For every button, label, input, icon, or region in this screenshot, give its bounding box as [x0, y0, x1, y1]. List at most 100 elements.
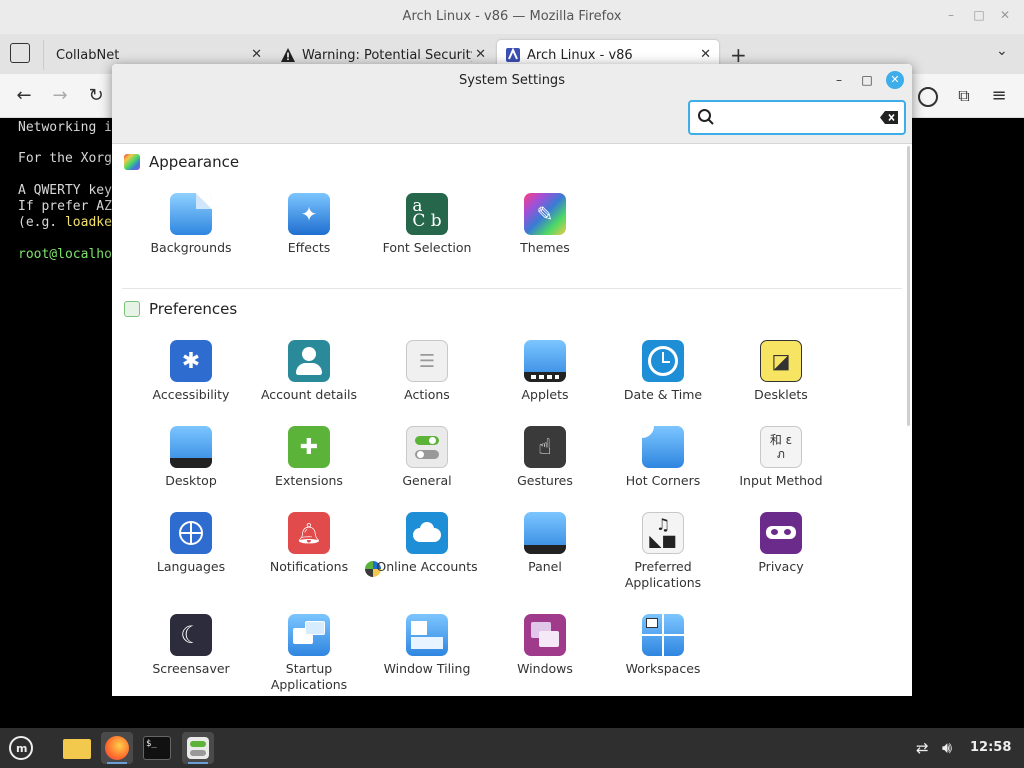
extensions-icon[interactable]: ⧉ [953, 86, 975, 108]
terminal-line: (e.g. loadke [18, 215, 112, 230]
item-label: Input Method [739, 473, 823, 488]
item-general[interactable]: General [368, 426, 486, 516]
input-method-icon: 和 εภ [760, 426, 802, 468]
effects-icon: ✦ [288, 193, 330, 235]
search-field[interactable] [688, 100, 906, 135]
item-gestures[interactable]: ☝ Gestures [486, 426, 604, 516]
volume-icon[interactable]: 🔊︎ [942, 738, 952, 758]
actions-icon: ☰ [406, 340, 448, 382]
item-desktop[interactable]: Desktop [132, 426, 250, 516]
item-online-accounts[interactable]: Online Accounts [368, 512, 486, 602]
close-icon[interactable]: ✕ [886, 71, 904, 89]
firefox-icon[interactable] [101, 732, 133, 764]
files-icon[interactable] [60, 732, 92, 764]
item-panel[interactable]: Panel [486, 512, 604, 602]
item-desklets[interactable]: ◪ Desklets [722, 340, 840, 430]
hot-corners-icon [642, 426, 684, 468]
menu-icon[interactable]: m [5, 732, 37, 764]
item-label: Screensaver [152, 661, 230, 676]
settings-title: System Settings [459, 73, 565, 88]
item-account-details[interactable]: Account details [250, 340, 368, 430]
notifications-icon: 🔔︎ [288, 512, 330, 554]
reload-icon[interactable]: ↻ [85, 86, 107, 108]
search-input[interactable] [720, 106, 870, 130]
network-icon[interactable]: ⇄ [916, 739, 929, 757]
extensions-icon: ✚ [288, 426, 330, 468]
item-actions[interactable]: ☰ Actions [368, 340, 486, 430]
tab-label: Arch Linux - v86 [527, 47, 633, 63]
item-privacy[interactable]: Privacy [722, 512, 840, 602]
firefox-titlebar: Arch Linux - v86 — Mozilla Firefox – □ ✕ [0, 0, 1024, 34]
terminal-line: Networking i [18, 120, 112, 135]
minimize-icon[interactable]: – [944, 8, 958, 22]
terminal-prompt: root@localho [18, 247, 112, 262]
item-themes[interactable]: ✎ Themes [486, 193, 604, 283]
item-extensions[interactable]: ✚ Extensions [250, 426, 368, 516]
startup-applications-icon [288, 614, 330, 656]
item-effects[interactable]: ✦ Effects [250, 193, 368, 283]
item-label: Hot Corners [625, 473, 701, 488]
item-label: Date & Time [623, 387, 703, 402]
settings-icon[interactable] [182, 732, 214, 764]
item-backgrounds[interactable]: Backgrounds [132, 193, 250, 283]
workspaces-icon [642, 614, 684, 656]
tab-label: CollabNet [56, 47, 120, 63]
clock[interactable]: 12:58 [970, 740, 1011, 755]
item-accessibility[interactable]: ✱ Accessibility [132, 340, 250, 430]
menu-icon[interactable]: ≡ [988, 86, 1010, 108]
close-tab-icon[interactable]: ✕ [475, 47, 486, 62]
v86-icon [506, 47, 520, 62]
item-label: Extensions [275, 473, 343, 488]
account-details-icon [288, 340, 330, 382]
close-tab-icon[interactable]: ✕ [251, 47, 262, 62]
item-label: Backgrounds [150, 240, 232, 255]
item-font-selection[interactable]: aC b Font Selection [368, 193, 486, 283]
scrollbar[interactable] [907, 146, 910, 426]
section-appearance: Appearance [124, 150, 239, 174]
item-input-method[interactable]: 和 εภ Input Method [722, 426, 840, 516]
item-notifications[interactable]: 🔔︎ Notifications [250, 512, 368, 602]
minimize-icon[interactable]: – [830, 71, 848, 89]
item-applets[interactable]: Applets [486, 340, 604, 430]
item-screensaver[interactable]: ☾ Screensaver [132, 614, 250, 696]
item-label: Font Selection [382, 240, 472, 255]
back-icon[interactable]: ← [13, 86, 35, 108]
item-workspaces[interactable]: Workspaces [604, 614, 722, 696]
clear-search-icon[interactable] [880, 111, 898, 124]
backgrounds-icon [170, 193, 212, 235]
forward-icon[interactable]: → [49, 86, 71, 108]
gestures-icon: ☝ [524, 426, 566, 468]
item-startup-applications[interactable]: Startup Applications [250, 614, 368, 696]
item-window-tiling[interactable]: Window Tiling [368, 614, 486, 696]
terminal-text: (e.g. [18, 215, 65, 230]
terminal-line: For the Xorg [18, 151, 112, 166]
item-label: Actions [404, 387, 450, 402]
font-selection-icon: aC b [406, 193, 448, 235]
item-languages[interactable]: Languages [132, 512, 250, 602]
windows-icon [524, 614, 566, 656]
maximize-icon[interactable]: □ [972, 8, 986, 22]
item-label: General [402, 473, 452, 488]
close-icon[interactable]: ✕ [998, 8, 1012, 22]
item-preferred-applications[interactable]: ♫ ◣■ Preferred Applications [604, 512, 722, 602]
close-tab-icon[interactable]: ✕ [700, 47, 711, 62]
terminal-line: A QWERTY key [18, 183, 112, 198]
divider [43, 40, 44, 70]
preferences-icon [124, 301, 140, 317]
item-windows[interactable]: Windows [486, 614, 604, 696]
appearance-icon [124, 154, 140, 170]
account-icon[interactable] [918, 87, 938, 107]
tab-list-icon[interactable] [10, 43, 30, 63]
section-title: Preferences [149, 300, 238, 318]
item-hot-corners[interactable]: Hot Corners [604, 426, 722, 516]
terminal-icon[interactable]: $_ [141, 732, 173, 764]
section-title: Appearance [149, 153, 240, 171]
item-date-time[interactable]: Date & Time [604, 340, 722, 430]
item-label: Languages [156, 559, 226, 574]
system-settings-window: System Settings – □ ✕ Appearance Backgro… [112, 64, 912, 696]
item-label: Online Accounts [376, 559, 478, 574]
date-time-icon [642, 340, 684, 382]
list-all-tabs-icon[interactable]: ⌄ [996, 43, 1008, 59]
maximize-icon[interactable]: □ [858, 71, 876, 89]
item-label: Effects [287, 240, 331, 255]
